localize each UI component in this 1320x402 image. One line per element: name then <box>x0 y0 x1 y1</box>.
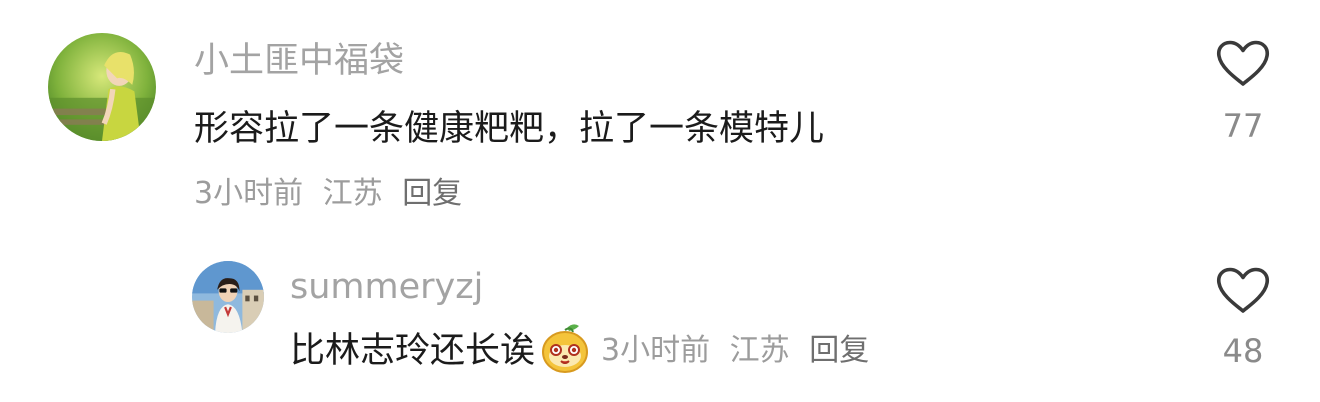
reply-button[interactable]: 回复 <box>809 336 869 366</box>
username[interactable]: summeryzj <box>290 270 483 305</box>
avatar-image <box>192 261 264 333</box>
like-button[interactable]: 77 <box>1205 40 1281 142</box>
orange-fruit-face-emoji-icon <box>537 320 593 376</box>
comment-time: 3小时前 <box>601 333 711 368</box>
user-avatar[interactable] <box>48 33 156 141</box>
avatar-image <box>48 33 156 141</box>
like-count: 77 <box>1222 107 1264 145</box>
comment-text: 比林志玲还长诶 <box>290 330 536 371</box>
comment-time: 3小时前 <box>194 176 304 211</box>
heart-icon[interactable] <box>1216 40 1270 88</box>
comment-meta: 3小时前 江苏 回复 <box>601 336 869 366</box>
user-avatar[interactable] <box>192 261 264 333</box>
username[interactable]: 小土匪中福袋 <box>194 44 404 79</box>
heart-icon[interactable] <box>1216 267 1270 315</box>
like-button[interactable]: 48 <box>1205 267 1281 367</box>
comment-meta: 3小时前 江苏 回复 <box>194 179 462 209</box>
like-count: 48 <box>1222 332 1264 370</box>
comment-location: 江苏 <box>729 333 790 368</box>
comment-row: 比林志玲还长诶 3小时前 江苏 回复 <box>290 324 869 376</box>
comment-location: 江苏 <box>322 176 383 211</box>
reply-button[interactable]: 回复 <box>402 179 462 209</box>
comment-text: 形容拉了一条健康粑粑，拉了一条模特儿 <box>194 109 825 149</box>
